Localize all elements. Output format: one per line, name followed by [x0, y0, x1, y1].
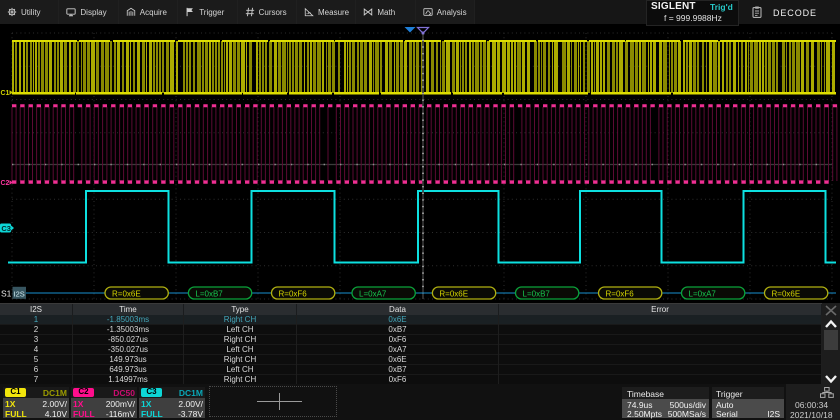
svg-text:L=0xA7: L=0xA7 — [689, 290, 717, 299]
svg-text:R=0xF6: R=0xF6 — [279, 290, 308, 299]
svg-text:C3: C3 — [1, 224, 11, 233]
svg-text:I2S: I2S — [14, 289, 25, 298]
svg-text:R=0x6E: R=0x6E — [772, 290, 801, 299]
svg-text:L=0xA7: L=0xA7 — [359, 290, 387, 299]
svg-text:R=0x6E: R=0x6E — [439, 290, 468, 299]
svg-text:C2: C2 — [1, 180, 10, 187]
svg-text:C1: C1 — [1, 90, 10, 97]
svg-text:L=0xB7: L=0xB7 — [195, 290, 223, 299]
svg-text:R=0x6E: R=0x6E — [112, 290, 141, 299]
svg-text:S1: S1 — [1, 288, 12, 298]
svg-text:L=0xB7: L=0xB7 — [523, 290, 551, 299]
svg-text:R=0xF6: R=0xF6 — [606, 290, 635, 299]
